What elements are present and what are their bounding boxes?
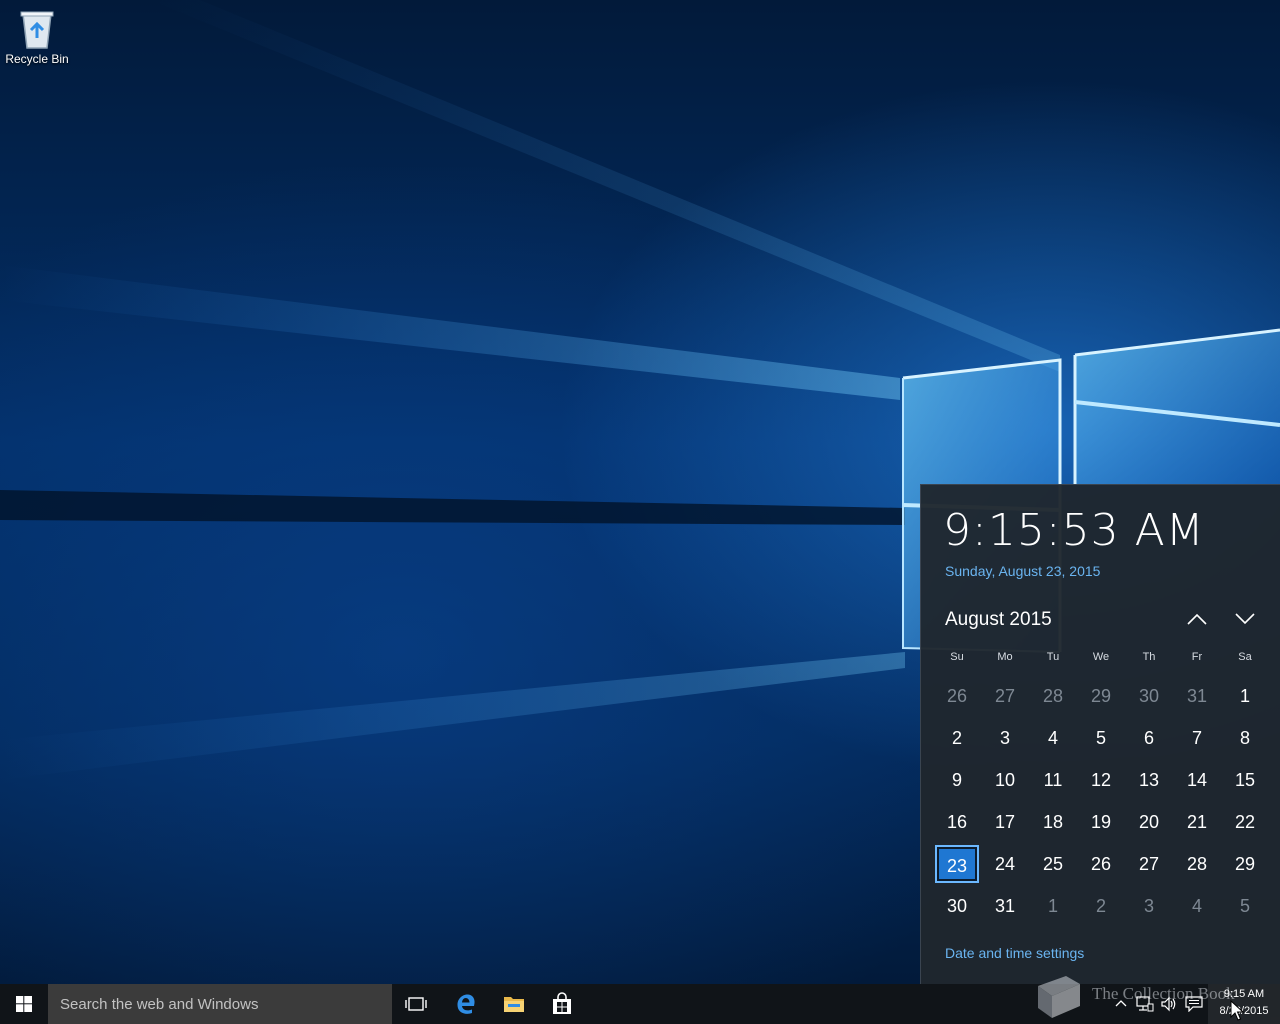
- calendar-day[interactable]: 8: [1223, 719, 1267, 757]
- calendar-day[interactable]: 26: [1079, 845, 1123, 883]
- flyout-long-date[interactable]: Sunday, August 23, 2015: [945, 563, 1100, 579]
- calendar-day[interactable]: 31: [1175, 677, 1219, 715]
- speaker-icon: [1161, 996, 1176, 1012]
- calendar-day-grid[interactable]: 26 27 28 29 30 31 1 2 3 4 5 6 7 8 9 10 11 12 13 14 15 16 17 18 1…: [933, 677, 1269, 929]
- flyout-time: 9:15:53 AM: [943, 505, 1205, 556]
- taskbar[interactable]: The Collection Book 9:15 AM 8/23/2015: [0, 976, 1280, 1024]
- calendar-day[interactable]: 7: [1175, 719, 1219, 757]
- calendar-day[interactable]: 27: [983, 677, 1027, 715]
- store-icon: [553, 992, 571, 1014]
- chevron-up-icon: [1115, 1000, 1127, 1007]
- calendar-day[interactable]: 5: [1079, 719, 1123, 757]
- calendar-day[interactable]: 3: [983, 719, 1027, 757]
- calendar-day[interactable]: 24: [983, 845, 1027, 883]
- calendar-day[interactable]: 11: [1031, 761, 1075, 799]
- taskbar-date: 8/23/2015: [1219, 1005, 1269, 1017]
- weekday-header-row: Su Mo Tu We Th Fr Sa: [933, 651, 1269, 667]
- calendar-day[interactable]: 12: [1079, 761, 1123, 799]
- calendar-day[interactable]: 29: [1079, 677, 1123, 715]
- calendar-day[interactable]: 28: [1031, 677, 1075, 715]
- calendar-day[interactable]: 28: [1175, 845, 1219, 883]
- calendar-day[interactable]: 16: [935, 803, 979, 841]
- calendar-day[interactable]: 22: [1223, 803, 1267, 841]
- search-input[interactable]: [48, 984, 392, 1024]
- calendar-day[interactable]: 4: [1031, 719, 1075, 757]
- taskbar-clock[interactable]: 9:15 AM 8/23/2015: [1208, 984, 1280, 1024]
- calendar-day[interactable]: 31: [983, 887, 1027, 925]
- calendar-day[interactable]: 4: [1175, 887, 1219, 925]
- calendar-day[interactable]: 2: [1079, 887, 1123, 925]
- network-button[interactable]: [1134, 984, 1156, 1024]
- calendar-day[interactable]: 1: [1031, 887, 1075, 925]
- edge-icon: [457, 994, 475, 1014]
- chevron-up-icon: [1187, 613, 1207, 625]
- calendar-day[interactable]: 26: [935, 677, 979, 715]
- calendar-day[interactable]: 17: [983, 803, 1027, 841]
- calendar-day[interactable]: 2: [935, 719, 979, 757]
- previous-month-button[interactable]: [1182, 607, 1212, 631]
- desktop[interactable]: Recycle Bin 9:15:53 AM Sunday, August 23…: [0, 0, 1280, 984]
- calendar-day[interactable]: 30: [1127, 677, 1171, 715]
- weekday-label: Th: [1142, 651, 1156, 663]
- start-button[interactable]: [0, 984, 48, 1024]
- calendar-day[interactable]: 6: [1127, 719, 1171, 757]
- calendar-day[interactable]: 29: [1223, 845, 1267, 883]
- network-icon: [1136, 996, 1154, 1012]
- calendar-day[interactable]: 18: [1031, 803, 1075, 841]
- weekday-label: We: [1092, 651, 1110, 663]
- calendar-day[interactable]: 27: [1127, 845, 1171, 883]
- calendar-day[interactable]: 20: [1127, 803, 1171, 841]
- folder-icon: [504, 997, 524, 1012]
- search-box[interactable]: [48, 984, 392, 1024]
- calendar-day[interactable]: 5: [1223, 887, 1267, 925]
- recycle-bin-icon: [20, 11, 54, 49]
- next-month-button[interactable]: [1230, 607, 1260, 631]
- calendar-day[interactable]: 13: [1127, 761, 1171, 799]
- calendar-day-today[interactable]: 23: [935, 845, 979, 883]
- calendar-month-label[interactable]: August 2015: [945, 609, 1052, 631]
- weekday-label: Tu: [1046, 651, 1060, 663]
- edge-button[interactable]: [442, 984, 490, 1024]
- calendar-day[interactable]: 3: [1127, 887, 1171, 925]
- windows-logo-icon: [16, 996, 32, 1012]
- file-explorer-button[interactable]: [490, 984, 538, 1024]
- volume-button[interactable]: [1158, 984, 1180, 1024]
- weekday-label: Su: [950, 651, 964, 663]
- weekday-label: Sa: [1238, 651, 1252, 663]
- calendar-day[interactable]: 25: [1031, 845, 1075, 883]
- calendar-day[interactable]: 9: [935, 761, 979, 799]
- task-view-icon: [405, 997, 427, 1011]
- calendar-day[interactable]: 30: [935, 887, 979, 925]
- calendar-day[interactable]: 14: [1175, 761, 1219, 799]
- taskbar-time: 9:15 AM: [1223, 988, 1265, 1000]
- date-time-settings-link[interactable]: Date and time settings: [945, 945, 1084, 961]
- action-center-icon: [1185, 996, 1203, 1012]
- weekday-label: Fr: [1191, 651, 1203, 663]
- calendar-day[interactable]: 10: [983, 761, 1027, 799]
- weekday-label: Mo: [997, 651, 1013, 663]
- task-view-button[interactable]: [392, 984, 440, 1024]
- store-button[interactable]: [538, 984, 586, 1024]
- recycle-bin-label: Recycle Bin: [5, 52, 69, 66]
- calendar-day[interactable]: 1: [1223, 677, 1267, 715]
- clock-flyout[interactable]: 9:15:53 AM Sunday, August 23, 2015 Augus…: [920, 484, 1280, 984]
- calendar-day[interactable]: 15: [1223, 761, 1267, 799]
- recycle-bin-shortcut[interactable]: Recycle Bin: [4, 6, 70, 66]
- calendar-day[interactable]: 21: [1175, 803, 1219, 841]
- action-center-button[interactable]: [1182, 984, 1206, 1024]
- show-hidden-icons-button[interactable]: [1110, 984, 1132, 1024]
- calendar-day[interactable]: 19: [1079, 803, 1123, 841]
- chevron-down-icon: [1235, 613, 1255, 625]
